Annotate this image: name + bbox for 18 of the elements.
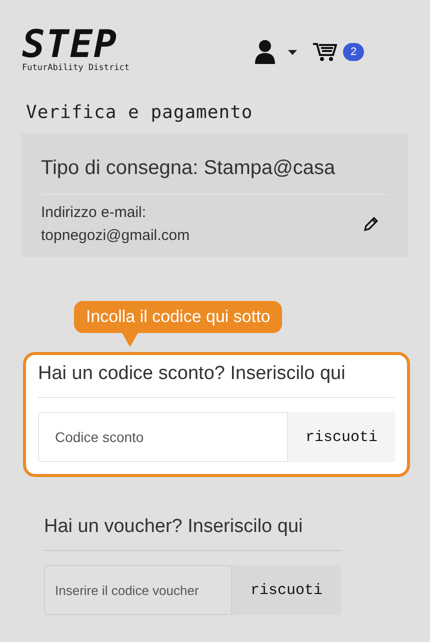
caret-icon[interactable] bbox=[288, 50, 297, 54]
user-icon[interactable] bbox=[254, 39, 276, 65]
code-input-field[interactable]: Inserire il codice voucher bbox=[44, 565, 232, 615]
section-heading: Hai un voucher? Inseriscilo qui bbox=[44, 515, 303, 539]
email-address: topnegozi@gmail.com bbox=[41, 226, 190, 246]
section-heading: Hai un codice sconto? Inseriscilo qui bbox=[38, 362, 346, 386]
page-title: Verifica e pagamento bbox=[26, 102, 253, 123]
cart-icon[interactable] bbox=[313, 42, 337, 62]
logo-subtitle: FuturAbility District bbox=[22, 63, 130, 73]
code-input-field[interactable]: Codice sconto bbox=[38, 412, 288, 462]
pencil-icon[interactable] bbox=[364, 217, 378, 231]
delivery-type: Tipo di consegna: Stampa@casa bbox=[41, 156, 336, 181]
redeem-button[interactable]: riscuoti bbox=[288, 412, 395, 462]
tooltip-arrow bbox=[122, 333, 138, 347]
email-label: Indirizzo e-mail: bbox=[41, 203, 146, 223]
cart-count-badge: 2 bbox=[343, 43, 364, 61]
logo[interactable]: STEP bbox=[22, 25, 118, 63]
redeem-button[interactable]: riscuoti bbox=[232, 565, 341, 615]
